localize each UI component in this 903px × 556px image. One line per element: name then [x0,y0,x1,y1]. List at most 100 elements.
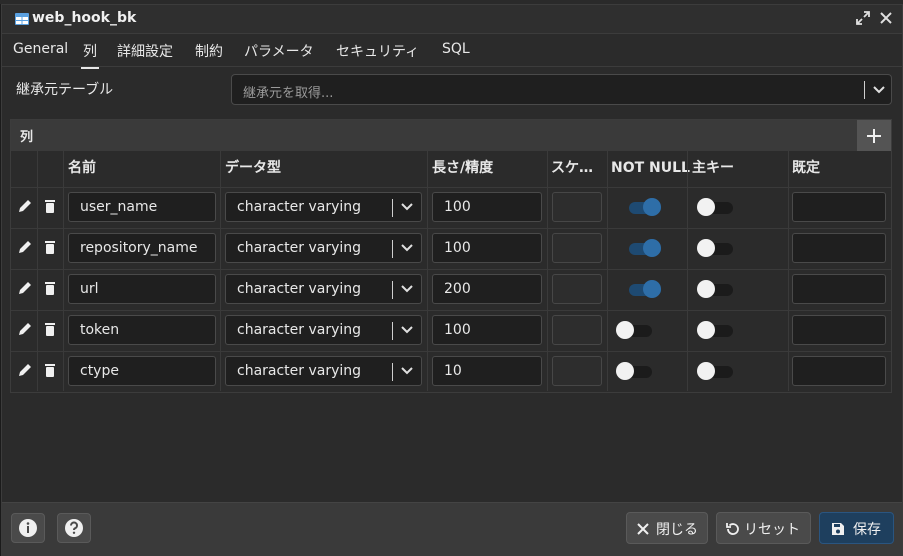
close-button-label: 閉じる [656,522,698,538]
scale-input[interactable] [552,274,602,304]
select-separator [864,81,865,99]
column-name-input[interactable]: user_name [68,192,216,222]
columns-panel-header: 列 [11,120,891,151]
window-title: web_hook_bk [32,10,137,26]
column-name-input[interactable]: ctype [68,356,216,386]
select-separator [392,199,393,217]
not-null-toggle[interactable] [616,362,652,380]
row-divider [11,228,891,229]
info-button[interactable] [11,513,45,543]
reset-button-label: リセット [744,522,800,538]
scale-input[interactable] [552,233,602,263]
length-input[interactable]: 10 [432,356,542,386]
header-not-null: NOT NULL [611,160,690,176]
chevron-down-icon[interactable] [399,281,415,297]
tab-sql[interactable]: SQL [440,41,472,63]
length-input[interactable]: 100 [432,315,542,345]
primary-key-toggle[interactable] [697,280,733,298]
edit-icon[interactable] [17,362,33,378]
tab-parameters[interactable]: パラメータ [242,41,316,67]
tab-advanced[interactable]: 詳細設定 [115,41,175,67]
chevron-down-icon[interactable] [399,363,415,379]
close-icon[interactable] [878,10,894,26]
close-button[interactable]: 閉じる [626,512,708,544]
inherit-placeholder: 継承元を取得... [243,86,334,101]
tab-general[interactable]: General [11,41,70,63]
inherit-select[interactable]: 継承元を取得... [231,74,892,105]
scale-input[interactable] [552,356,602,386]
save-icon [832,523,844,535]
length-input[interactable]: 100 [432,192,542,222]
tab-columns[interactable]: 列 [81,41,99,69]
edit-icon[interactable] [17,280,33,296]
row-divider [11,310,891,311]
column-name-input[interactable]: url [68,274,216,304]
row-divider [11,187,891,188]
row-divider [11,351,891,352]
data-type-select[interactable]: character varying [225,356,422,386]
header-type: データ型 [225,160,281,176]
select-separator [392,322,393,340]
dialog-footer: 閉じる リセット 保存 [2,502,902,556]
primary-key-toggle[interactable] [697,198,733,216]
select-separator [392,281,393,299]
data-type-value: character varying [237,281,362,297]
header-primary-key: 主キー [692,160,734,176]
not-null-toggle[interactable] [625,280,661,298]
data-type-select[interactable]: character varying [225,315,422,345]
close-x-icon [637,523,649,535]
trash-icon[interactable] [42,198,58,214]
column-name-input[interactable]: repository_name [68,233,216,263]
data-type-select[interactable]: character varying [225,192,422,222]
row-divider [11,269,891,270]
help-icon [65,519,83,537]
default-input[interactable] [792,274,886,304]
not-null-toggle[interactable] [616,321,652,339]
columns-panel-title: 列 [20,130,34,145]
edit-icon[interactable] [17,198,33,214]
primary-key-toggle[interactable] [697,239,733,257]
scale-input[interactable] [552,315,602,345]
data-type-select[interactable]: character varying [225,233,422,263]
chevron-down-icon[interactable] [871,82,887,98]
length-input[interactable]: 200 [432,274,542,304]
tab-security[interactable]: セキュリティ [334,41,421,67]
primary-key-toggle[interactable] [697,362,733,380]
chevron-down-icon[interactable] [399,199,415,215]
reset-button[interactable]: リセット [716,512,811,544]
trash-icon[interactable] [42,280,58,296]
edit-icon[interactable] [17,239,33,255]
edit-icon[interactable] [17,321,33,337]
default-input[interactable] [792,192,886,222]
chevron-down-icon[interactable] [399,240,415,256]
save-button[interactable]: 保存 [819,512,894,544]
default-input[interactable] [792,356,886,386]
header-scale: スケ… [551,160,593,176]
scale-input[interactable] [552,192,602,222]
header-length: 長さ/精度 [432,160,494,176]
default-input[interactable] [792,315,886,345]
trash-icon[interactable] [42,362,58,378]
add-column-button[interactable] [857,120,891,151]
plus-icon [867,129,881,143]
tab-constraints[interactable]: 制約 [193,41,225,67]
primary-key-toggle[interactable] [697,321,733,339]
not-null-toggle[interactable] [625,239,661,257]
chevron-down-icon[interactable] [399,322,415,338]
default-input[interactable] [792,233,886,263]
trash-icon[interactable] [42,239,58,255]
table-dialog: web_hook_bk General 列 詳細設定 制約 パラメータ セキュリ… [1,4,903,556]
column-name-input[interactable]: token [68,315,216,345]
table-icon [15,13,29,25]
title-bar[interactable]: web_hook_bk [2,5,902,34]
maximize-icon[interactable] [855,10,871,26]
trash-icon[interactable] [42,321,58,337]
not-null-toggle[interactable] [625,198,661,216]
reset-icon [726,523,739,535]
length-input[interactable]: 100 [432,233,542,263]
data-type-value: character varying [237,240,362,256]
data-type-select[interactable]: character varying [225,274,422,304]
help-button[interactable] [57,513,91,543]
save-button-label: 保存 [853,522,881,538]
data-type-value: character varying [237,363,362,379]
